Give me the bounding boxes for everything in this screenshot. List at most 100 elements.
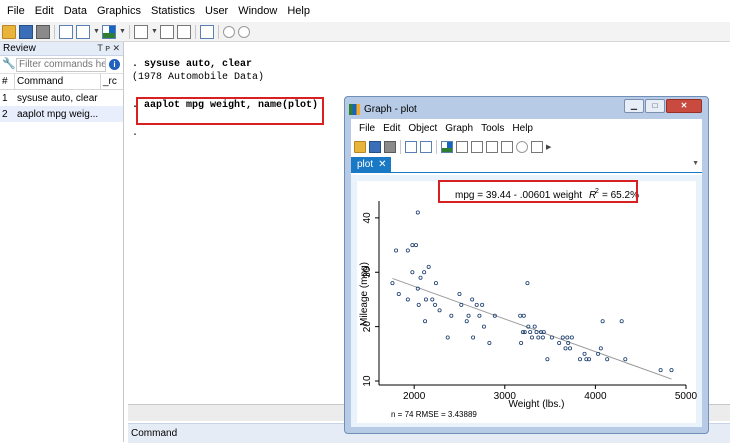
- x-tick-label: 5000: [675, 391, 698, 402]
- graph-toolbar: ▶: [351, 137, 702, 157]
- dropdown-arrow-icon[interactable]: ▼: [119, 28, 126, 35]
- menu-edit[interactable]: Edit: [30, 0, 59, 22]
- close-button[interactable]: ✕: [666, 99, 702, 113]
- menu-statistics[interactable]: Statistics: [146, 0, 200, 22]
- log-icon[interactable]: [59, 24, 73, 39]
- x-axis-title: Weight (lbs.): [509, 399, 565, 410]
- window-controls: ▁ □ ✕: [624, 99, 702, 113]
- data-browser-icon[interactable]: [177, 24, 191, 39]
- y-axis-title: Mileage (mpg): [359, 262, 370, 326]
- toolbar-separator: [218, 24, 219, 39]
- dropdown-arrow-icon[interactable]: ▼: [151, 28, 158, 35]
- print-icon[interactable]: [36, 24, 50, 39]
- equation-highlight-box: [438, 180, 638, 203]
- graph-menu-file[interactable]: File: [355, 123, 379, 134]
- print-icon[interactable]: [384, 141, 396, 153]
- row-command: aaplot mpg weig...: [17, 108, 99, 120]
- toolbar-separator: [195, 24, 196, 39]
- redo-icon[interactable]: [501, 141, 513, 153]
- filter-commands-input[interactable]: [16, 57, 106, 72]
- graph-region: [357, 181, 696, 423]
- viewer-icon[interactable]: [76, 24, 90, 39]
- tab-dropdown-icon[interactable]: ▼: [692, 160, 699, 167]
- wrench-icon[interactable]: 🔧: [2, 59, 16, 70]
- pause-icon[interactable]: [531, 141, 543, 153]
- undo-icon[interactable]: [486, 141, 498, 153]
- do-file-editor-icon[interactable]: [134, 24, 148, 39]
- graph-window-title: Graph - plot: [364, 103, 417, 115]
- review-column-headers: # Command _rc: [0, 73, 123, 90]
- review-window-controls[interactable]: T ᴘ ✕: [97, 43, 120, 54]
- rename-icon[interactable]: [420, 141, 432, 153]
- x-tick-label: 2000: [403, 391, 426, 402]
- variables-manager-icon[interactable]: [200, 24, 214, 39]
- row-number: 1: [2, 92, 8, 104]
- review-title: Review: [3, 43, 36, 54]
- list-item[interactable]: 1 sysuse auto, clear: [0, 90, 123, 106]
- column-header-number[interactable]: #: [0, 76, 14, 87]
- menu-user[interactable]: User: [200, 0, 233, 22]
- column-header-rc[interactable]: _rc: [100, 73, 123, 90]
- maximize-button[interactable]: □: [645, 99, 665, 113]
- close-tab-icon[interactable]: ✕: [378, 159, 386, 170]
- copy-icon[interactable]: [405, 141, 417, 153]
- y-tick-label: 40: [362, 212, 373, 224]
- row-number: 2: [2, 108, 8, 120]
- result-line: . sysuse auto, clear: [132, 59, 253, 70]
- graph-menu-graph[interactable]: Graph: [441, 123, 477, 134]
- menu-help[interactable]: Help: [282, 0, 315, 22]
- record-icon[interactable]: [516, 141, 528, 153]
- result-line: .: [132, 128, 139, 139]
- graph-menu-tools[interactable]: Tools: [477, 123, 508, 134]
- scatter-chart: mpg = 39.44 - .00601 weight R2 = 65.2%1020…: [357, 181, 698, 423]
- tab-plot[interactable]: plot ✕: [351, 157, 391, 173]
- open-icon[interactable]: [2, 24, 16, 39]
- toolbar-separator: [129, 24, 130, 39]
- menu-data[interactable]: Data: [59, 0, 92, 22]
- graph-icon[interactable]: [102, 24, 116, 39]
- command-highlight-box: [136, 97, 324, 125]
- plot-area: mpg = 39.44 - .00601 weight R 2 = 65.2% 10 20…: [351, 175, 702, 427]
- menu-file[interactable]: File: [2, 0, 30, 22]
- graph-window-body: File Edit Object Graph Tools Help ▶ plot ✕ ▼: [351, 119, 702, 427]
- review-panel: Review T ᴘ ✕ 🔧 i # Command _rc 1 sysuse …: [0, 42, 124, 442]
- graph-tab-bar: plot ✕ ▼: [351, 157, 702, 173]
- toolbar-separator: [54, 24, 55, 39]
- tab-plot-label: plot: [357, 159, 374, 170]
- x-tick-label: 4000: [584, 391, 607, 402]
- graph-window: Graph - plot ▁ □ ✕ File Edit Object Graph To…: [344, 96, 709, 434]
- main-toolbar: ▼ ▼ ▼: [0, 22, 730, 42]
- menu-window[interactable]: Window: [233, 0, 282, 22]
- open-icon[interactable]: [354, 141, 366, 153]
- save-icon[interactable]: [369, 141, 381, 153]
- list-item[interactable]: 2 aaplot mpg weig...: [0, 106, 123, 122]
- column-header-command[interactable]: Command: [14, 73, 100, 90]
- data-editor-icon[interactable]: [160, 24, 174, 39]
- graph-menu-bar: File Edit Object Graph Tools Help: [351, 119, 702, 137]
- toolbar-separator: [400, 140, 401, 154]
- graph-menu-edit[interactable]: Edit: [379, 123, 404, 134]
- y-tick-label: 10: [362, 375, 373, 387]
- pointer-icon[interactable]: [471, 141, 483, 153]
- dropdown-arrow-icon[interactable]: ▼: [93, 28, 100, 35]
- minimize-button[interactable]: ▁: [624, 99, 644, 113]
- review-header: Review T ᴘ ✕: [0, 42, 123, 56]
- graph-editor-icon[interactable]: [441, 141, 453, 153]
- save-icon[interactable]: [19, 24, 33, 39]
- recorder-icon[interactable]: [456, 141, 468, 153]
- menu-bar: File Edit Data Graphics Statistics User Window…: [0, 0, 730, 22]
- row-command: sysuse auto, clear: [17, 92, 98, 104]
- result-line: (1978 Automobile Data): [132, 72, 265, 83]
- info-icon[interactable]: i: [109, 59, 120, 70]
- graph-window-icon: [349, 103, 360, 115]
- filter-row: 🔧 i: [0, 56, 123, 74]
- break-icon[interactable]: [238, 25, 250, 38]
- play-icon[interactable]: ▶: [546, 143, 552, 151]
- menu-graphics[interactable]: Graphics: [92, 0, 146, 22]
- chart-note: n = 74 RMSE = 3.43889: [391, 410, 477, 419]
- toolbar-separator: [436, 140, 437, 154]
- graph-menu-object[interactable]: Object: [404, 123, 441, 134]
- graph-window-titlebar: Graph - plot: [349, 101, 417, 117]
- more-icon[interactable]: [223, 25, 235, 38]
- graph-menu-help[interactable]: Help: [508, 123, 537, 134]
